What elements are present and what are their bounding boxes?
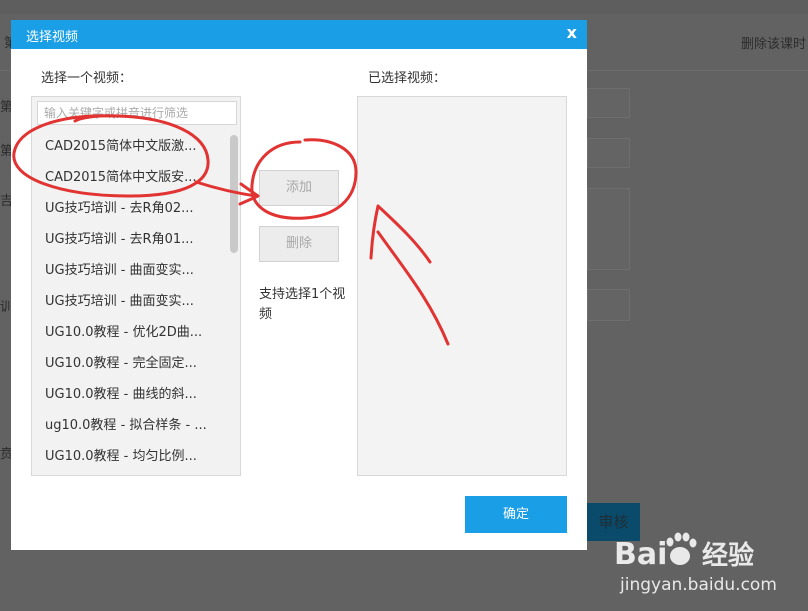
select-video-dialog: 选择视频 x 选择一个视频： 已选择视频： CAD2015简体中文版激... C… — [11, 20, 587, 550]
close-icon[interactable]: x — [567, 23, 577, 42]
list-item[interactable]: UG10.0教程 - 完全固定... — [32, 348, 230, 379]
background-field — [587, 188, 630, 270]
list-item[interactable]: UG10.0教程 - 均匀比例... — [32, 441, 230, 472]
select-one-video-label: 选择一个视频： — [41, 71, 133, 86]
background-field — [587, 138, 630, 168]
add-button[interactable]: 添加 — [259, 170, 339, 206]
paw-icon — [666, 532, 697, 565]
selected-videos-label: 已选择视频： — [368, 71, 447, 86]
scrollbar-thumb[interactable] — [230, 135, 238, 253]
list-item[interactable]: UG技巧培训 - 去R角02... — [32, 193, 230, 224]
video-list: CAD2015简体中文版激... CAD2015简体中文版安... UG技巧培训… — [32, 131, 230, 472]
confirm-button[interactable]: 确定 — [465, 496, 567, 533]
dialog-title: 选择视频 — [26, 30, 79, 45]
list-item[interactable]: UG10.0教程 - 曲线的斜... — [32, 379, 230, 410]
watermark-brand-suffix: 经验 — [702, 540, 754, 571]
list-item[interactable]: CAD2015简体中文版激... — [32, 131, 230, 162]
delete-button[interactable]: 删除 — [259, 226, 339, 262]
delete-lesson-link[interactable]: 删除该课时 — [741, 33, 806, 52]
search-input[interactable] — [37, 101, 237, 125]
selection-hint: 支持选择1个视频 — [259, 287, 346, 322]
list-item[interactable]: UG技巧培训 - 去R角01... — [32, 224, 230, 255]
video-list-box: CAD2015简体中文版激... CAD2015简体中文版安... UG技巧培训… — [31, 96, 241, 476]
list-item[interactable]: UG10.0教程 - 优化2D曲... — [32, 317, 230, 348]
selected-videos-box — [357, 96, 567, 476]
list-item[interactable]: UG技巧培训 - 曲面变实... — [32, 286, 230, 317]
background-field — [587, 88, 630, 118]
list-item[interactable]: ug10.0教程 - 拟合样条 - ... — [32, 410, 230, 441]
watermark-url: jingyan.baidu.com — [619, 575, 777, 595]
list-item[interactable]: UG技巧培训 - 曲面变实... — [32, 255, 230, 286]
list-item[interactable]: CAD2015简体中文版安... — [32, 162, 230, 193]
watermark-brand: Bai — [614, 537, 667, 572]
baidu-jingyan-watermark: Bai 经验 jingyan.baidu.com — [614, 532, 777, 595]
list-scrollbar[interactable] — [230, 131, 240, 475]
background-field — [587, 289, 630, 321]
dialog-header: 选择视频 x — [11, 20, 587, 49]
